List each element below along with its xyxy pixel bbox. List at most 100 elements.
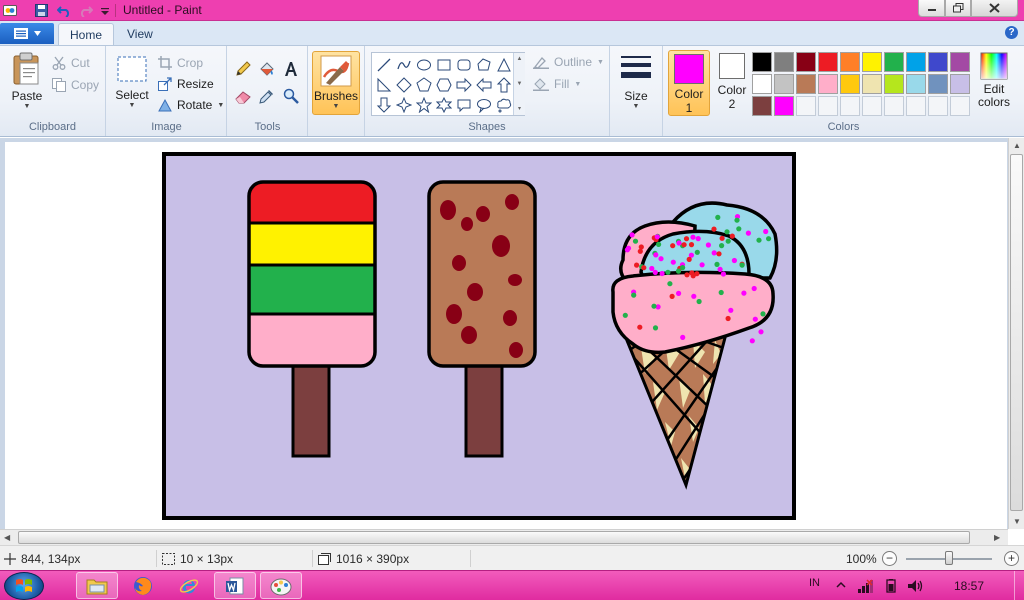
pencil-icon[interactable]: [232, 58, 254, 80]
color-swatch[interactable]: [862, 52, 882, 72]
undo-icon[interactable]: [56, 3, 72, 18]
zoom-slider-thumb[interactable]: [945, 551, 953, 565]
brushes-button[interactable]: Brushes ▼: [312, 51, 360, 115]
color-swatch[interactable]: [752, 96, 772, 116]
polygon-shape-icon[interactable]: [474, 55, 494, 75]
color-swatch[interactable]: [774, 74, 794, 94]
oval-callout-shape-icon[interactable]: [474, 95, 494, 115]
fill-button[interactable]: Fill ▼: [533, 74, 581, 94]
color-swatch[interactable]: [774, 96, 794, 116]
color-swatch[interactable]: [862, 74, 882, 94]
eraser-icon[interactable]: [232, 85, 254, 107]
vertical-scrollbar[interactable]: ▲ ▼: [1008, 138, 1024, 529]
six-point-star-shape-icon[interactable]: [434, 95, 454, 115]
rotate-button[interactable]: Rotate ▼: [158, 95, 224, 115]
color-swatch[interactable]: [906, 52, 926, 72]
paint-app-icon[interactable]: [2, 3, 18, 18]
pentagon-shape-icon[interactable]: [414, 75, 434, 95]
restore-button[interactable]: [945, 0, 971, 17]
color-swatch[interactable]: [752, 52, 772, 72]
crop-button[interactable]: Crop: [158, 53, 203, 73]
color-swatch[interactable]: [884, 52, 904, 72]
custom-color-slot[interactable]: [862, 96, 882, 116]
curve-shape-icon[interactable]: [394, 55, 414, 75]
color2-button[interactable]: Color 2: [714, 53, 750, 115]
rounded-callout-shape-icon[interactable]: [454, 95, 474, 115]
four-point-star-shape-icon[interactable]: [394, 95, 414, 115]
up-arrow-shape-icon[interactable]: [494, 75, 514, 95]
save-icon[interactable]: [33, 3, 49, 18]
size-button[interactable]: Size ▼: [614, 54, 658, 110]
custom-color-slot[interactable]: [796, 96, 816, 116]
close-button[interactable]: [971, 0, 1018, 17]
copy-button[interactable]: Copy: [52, 75, 99, 95]
down-arrow-shape-icon[interactable]: [374, 95, 394, 115]
outline-button[interactable]: Outline ▼: [533, 52, 604, 72]
right-arrow-shape-icon[interactable]: [454, 75, 474, 95]
color-swatch[interactable]: [796, 74, 816, 94]
file-menu-button[interactable]: [0, 23, 54, 44]
zoom-out-button[interactable]: −: [882, 551, 897, 566]
magnifier-icon[interactable]: [280, 85, 302, 107]
color-swatch[interactable]: [928, 52, 948, 72]
taskbar-internet-explorer[interactable]: [168, 572, 210, 599]
color-swatch[interactable]: [906, 74, 926, 94]
help-icon[interactable]: ?: [1005, 26, 1018, 39]
start-button[interactable]: [4, 572, 44, 600]
speaker-icon[interactable]: [907, 579, 923, 596]
color-swatch[interactable]: [774, 52, 794, 72]
vertical-scroll-thumb[interactable]: [1010, 154, 1023, 511]
rounded-rectangle-shape-icon[interactable]: [454, 55, 474, 75]
color-swatch[interactable]: [840, 52, 860, 72]
tab-view[interactable]: View: [116, 23, 164, 45]
diamond-shape-icon[interactable]: [394, 75, 414, 95]
text-icon[interactable]: [280, 58, 302, 80]
taskbar-explorer[interactable]: [76, 572, 118, 599]
custom-color-slot[interactable]: [818, 96, 838, 116]
rectangle-shape-icon[interactable]: [434, 55, 454, 75]
clock[interactable]: 18:57: [954, 579, 984, 593]
cloud-callout-shape-icon[interactable]: [494, 95, 514, 115]
horizontal-scroll-thumb[interactable]: [18, 531, 970, 544]
paste-button[interactable]: Paste ▼: [7, 52, 47, 110]
scroll-up-icon[interactable]: ▲: [1013, 141, 1021, 150]
oval-shape-icon[interactable]: [414, 55, 434, 75]
redo-icon[interactable]: [78, 3, 94, 18]
color-swatch[interactable]: [950, 52, 970, 72]
custom-color-slot[interactable]: [950, 96, 970, 116]
color-swatch[interactable]: [928, 74, 948, 94]
custom-color-slot[interactable]: [928, 96, 948, 116]
triangle-shape-icon[interactable]: [494, 55, 514, 75]
five-point-star-shape-icon[interactable]: [414, 95, 434, 115]
cut-button[interactable]: Cut: [52, 53, 90, 73]
language-indicator[interactable]: IN: [809, 577, 820, 589]
hexagon-shape-icon[interactable]: [434, 75, 454, 95]
left-arrow-shape-icon[interactable]: [474, 75, 494, 95]
shapes-gallery-scroll[interactable]: ▲ ▼ ▾: [513, 53, 525, 115]
minimize-button[interactable]: [918, 0, 945, 17]
custom-color-slot[interactable]: [840, 96, 860, 116]
scroll-left-icon[interactable]: ◀: [4, 533, 10, 542]
color-swatch[interactable]: [950, 74, 970, 94]
right-triangle-shape-icon[interactable]: [374, 75, 394, 95]
edit-colors-button[interactable]: Edit colors: [975, 52, 1013, 109]
color-picker-icon[interactable]: [256, 85, 278, 107]
color-swatch[interactable]: [818, 52, 838, 72]
custom-color-slot[interactable]: [884, 96, 904, 116]
taskbar-word[interactable]: [214, 572, 256, 599]
quick-access-dropdown-icon[interactable]: [97, 3, 113, 18]
battery-icon[interactable]: [884, 579, 898, 596]
color-swatch[interactable]: [796, 52, 816, 72]
show-desktop-button[interactable]: [1014, 571, 1024, 600]
select-button[interactable]: Select ▼: [112, 55, 152, 109]
resize-button[interactable]: Resize: [158, 74, 214, 94]
taskbar-firefox[interactable]: [122, 572, 164, 599]
tab-home[interactable]: Home: [58, 23, 115, 45]
color1-button[interactable]: Color 1: [668, 50, 710, 116]
color-swatch[interactable]: [752, 74, 772, 94]
scroll-right-icon[interactable]: ▶: [994, 533, 1000, 542]
scroll-down-icon[interactable]: ▼: [1013, 517, 1021, 526]
color-swatch[interactable]: [818, 74, 838, 94]
zoom-in-button[interactable]: +: [1004, 551, 1019, 566]
network-icon[interactable]: [857, 579, 873, 596]
